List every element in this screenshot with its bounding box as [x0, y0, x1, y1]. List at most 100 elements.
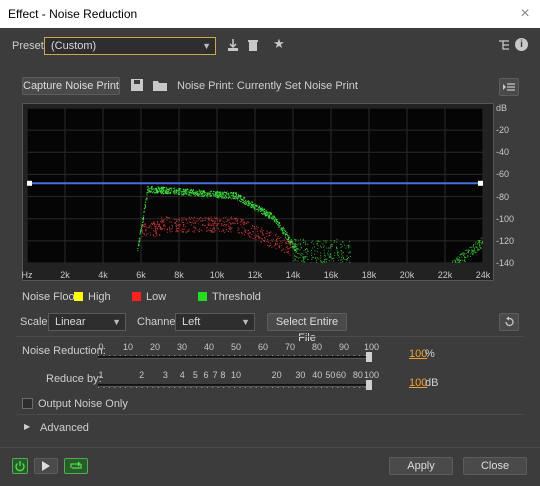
threshold-point — [242, 201, 244, 203]
threshold-point — [349, 255, 351, 257]
threshold-point — [341, 252, 343, 254]
threshold-point — [144, 211, 146, 213]
select-entire-file-button[interactable]: Select Entire File — [267, 313, 347, 344]
noise-reduction-slider[interactable] — [98, 356, 370, 359]
apply-button[interactable]: Apply — [389, 457, 453, 475]
threshold-point — [141, 227, 143, 229]
threshold-point — [457, 256, 459, 258]
threshold-point — [169, 188, 171, 190]
threshold-handle-right[interactable] — [478, 180, 483, 186]
info-icon[interactable]: i — [515, 38, 528, 51]
threshold-point — [329, 247, 331, 249]
reduce-by-slider-thumb[interactable] — [366, 380, 372, 390]
low-floor-point — [192, 218, 194, 220]
x-tick-label: Hz — [21, 270, 33, 280]
threshold-point — [330, 239, 332, 241]
low-floor-point — [171, 231, 173, 233]
threshold-point — [199, 195, 201, 197]
low-floor-point — [159, 225, 161, 227]
threshold-point — [137, 250, 139, 252]
threshold-point — [261, 212, 263, 214]
low-floor-point — [269, 242, 271, 244]
threshold-point — [232, 195, 234, 197]
loop-toggle-button[interactable] — [64, 458, 88, 474]
threshold-point — [301, 252, 303, 254]
threshold-point — [461, 259, 463, 261]
threshold-point — [189, 190, 191, 192]
threshold-point — [290, 242, 292, 244]
threshold-point — [188, 192, 190, 194]
low-floor-point — [287, 247, 289, 249]
threshold-point — [160, 191, 162, 193]
threshold-point — [311, 252, 313, 254]
low-floor-point — [283, 251, 285, 253]
low-floor-point — [281, 249, 283, 251]
channel-dropdown[interactable]: Left ▼ — [175, 313, 255, 331]
low-floor-point — [214, 218, 216, 220]
threshold-point — [477, 248, 479, 250]
threshold-point — [348, 244, 350, 246]
delete-preset-icon[interactable] — [246, 38, 260, 52]
preview-play-button[interactable] — [34, 458, 58, 474]
save-noise-print-icon[interactable] — [130, 78, 144, 92]
low-floor-point — [214, 220, 216, 222]
legend-threshold-swatch — [198, 292, 207, 301]
capture-noise-print-button[interactable]: Capture Noise Print — [22, 77, 120, 95]
threshold-point — [305, 251, 307, 253]
threshold-point — [336, 251, 338, 253]
threshold-point — [213, 194, 215, 196]
low-floor-point — [166, 228, 168, 230]
presets-dropdown[interactable]: (Custom) ▼ — [44, 37, 216, 55]
threshold-point — [276, 221, 278, 223]
low-floor-point — [212, 223, 214, 225]
threshold-handle-left[interactable] — [27, 180, 32, 186]
threshold-point — [147, 189, 149, 191]
low-floor-point — [195, 220, 197, 222]
threshold-point — [161, 188, 163, 190]
low-floor-point — [217, 218, 219, 220]
threshold-point — [277, 221, 279, 223]
threshold-point — [179, 189, 181, 191]
graph-menu-button[interactable] — [499, 78, 519, 96]
close-button[interactable]: Close — [463, 457, 527, 475]
low-floor-point — [230, 226, 232, 228]
threshold-point — [454, 261, 456, 263]
threshold-point — [147, 186, 149, 188]
reduce-by-slider[interactable] — [98, 384, 370, 387]
low-floor-point — [177, 219, 179, 221]
favorite-star-icon[interactable]: ★ — [272, 37, 286, 51]
low-floor-point — [162, 220, 164, 222]
threshold-point — [244, 203, 246, 205]
power-toggle-button[interactable] — [12, 458, 28, 474]
low-floor-point — [182, 231, 184, 233]
y-tick-label: -40 — [496, 147, 510, 158]
low-floor-point — [141, 236, 143, 238]
threshold-point — [227, 197, 229, 199]
threshold-point — [473, 248, 475, 250]
threshold-point — [311, 249, 313, 251]
noise-spectrum-plot[interactable] — [27, 108, 483, 263]
threshold-point — [304, 261, 306, 263]
low-floor-point — [163, 221, 165, 223]
open-folder-icon[interactable] — [152, 78, 168, 92]
threshold-point — [274, 217, 276, 219]
threshold-point — [322, 246, 324, 248]
threshold-point — [463, 254, 465, 256]
close-window-button[interactable]: × — [515, 4, 535, 24]
threshold-point — [297, 252, 299, 254]
threshold-point — [463, 256, 465, 258]
output-noise-only-checkbox[interactable] — [22, 398, 33, 409]
threshold-point — [251, 205, 253, 207]
threshold-point — [201, 191, 203, 193]
routing-icon[interactable] — [497, 38, 511, 52]
advanced-toggle[interactable]: Advanced — [40, 422, 89, 434]
low-floor-point — [243, 228, 245, 230]
reset-button[interactable] — [499, 313, 519, 331]
divider — [16, 414, 524, 415]
scale-dropdown[interactable]: Linear ▼ — [48, 313, 126, 331]
save-preset-icon[interactable] — [226, 38, 240, 52]
advanced-expand-icon[interactable]: ▶ — [24, 422, 30, 431]
low-floor-point — [257, 230, 259, 232]
low-floor-point — [229, 226, 231, 228]
noise-reduction-slider-thumb[interactable] — [366, 352, 372, 362]
